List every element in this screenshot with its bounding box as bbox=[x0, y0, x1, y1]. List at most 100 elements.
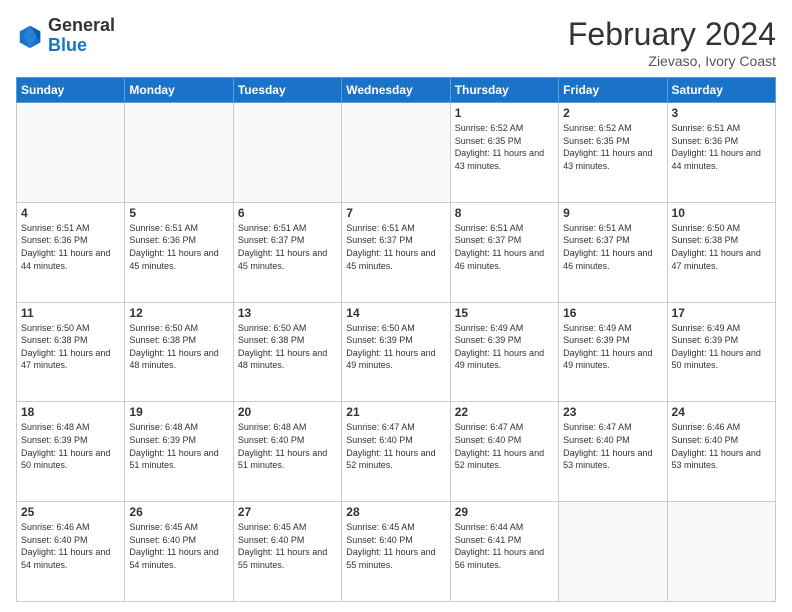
day-info: Sunrise: 6:45 AM Sunset: 6:40 PM Dayligh… bbox=[238, 521, 337, 571]
calendar-day-cell: 22 Sunrise: 6:47 AM Sunset: 6:40 PM Dayli… bbox=[450, 402, 558, 502]
calendar-header-row: Sunday Monday Tuesday Wednesday Thursday… bbox=[17, 78, 776, 103]
calendar-day-cell: 2 Sunrise: 6:52 AM Sunset: 6:35 PM Daylig… bbox=[559, 103, 667, 203]
col-saturday: Saturday bbox=[667, 78, 775, 103]
calendar-day-cell: 3Sunrise: 6:51 AM Sunset: 6:36 PM Daylig… bbox=[667, 103, 775, 203]
day-number: 26 bbox=[129, 505, 228, 519]
calendar-day-cell bbox=[667, 502, 775, 602]
col-sunday: Sunday bbox=[17, 78, 125, 103]
col-monday: Monday bbox=[125, 78, 233, 103]
calendar-week-row: 4 Sunrise: 6:51 AM Sunset: 6:36 PM Daylig… bbox=[17, 202, 776, 302]
month-title: February 2024 bbox=[568, 16, 776, 53]
day-info: Sunrise: 6:51 AM Sunset: 6:36 PM Dayligh… bbox=[21, 222, 120, 272]
calendar-day-cell: 18Sunrise: 6:48 AM Sunset: 6:39 PM Dayli… bbox=[17, 402, 125, 502]
day-info: Sunrise: 6:51 AM Sunset: 6:36 PM Dayligh… bbox=[129, 222, 228, 272]
calendar-day-cell: 11 Sunrise: 6:50 AM Sunset: 6:38 PM Dayli… bbox=[17, 302, 125, 402]
calendar-week-row: 18 Sunrise: 6:48 AM Sunset: 6:39 PM Dayli… bbox=[17, 402, 776, 502]
day-number: 16 bbox=[563, 306, 662, 320]
calendar-day-cell: 17 Sunrise: 6:49 AM Sunset: 6:39 PM Dayli… bbox=[667, 302, 775, 402]
calendar-day-cell: 9Sunrise: 6:51 AM Sunset: 6:37 PM Daylig… bbox=[559, 202, 667, 302]
calendar-day-cell: 29Sunrise: 6:44 AM Sunset: 6:41 PM Dayli… bbox=[450, 502, 558, 602]
day-number: 11 bbox=[21, 306, 120, 320]
logo: General Blue bbox=[16, 16, 115, 56]
day-number: 1 bbox=[455, 106, 554, 120]
calendar-day-cell: 12 Sunrise: 6:50 AM Sunset: 6:38 PM Dayli… bbox=[125, 302, 233, 402]
calendar-day-cell: 23Sunrise: 6:47 AM Sunset: 6:40 PM Dayli… bbox=[559, 402, 667, 502]
logo-blue: Blue bbox=[48, 36, 115, 56]
calendar-day-cell: 27 Sunrise: 6:45 AM Sunset: 6:40 PM Dayli… bbox=[233, 502, 341, 602]
calendar-day-cell: 14 Sunrise: 6:50 AM Sunset: 6:39 PM Dayli… bbox=[342, 302, 450, 402]
day-number: 3 bbox=[672, 106, 771, 120]
day-info: Sunrise: 6:51 AM Sunset: 6:37 PM Dayligh… bbox=[455, 222, 554, 272]
day-info: Sunrise: 6:45 AM Sunset: 6:40 PM Dayligh… bbox=[346, 521, 445, 571]
day-number: 13 bbox=[238, 306, 337, 320]
day-info: Sunrise: 6:51 AM Sunset: 6:37 PM Dayligh… bbox=[346, 222, 445, 272]
day-number: 18 bbox=[21, 405, 120, 419]
calendar-day-cell bbox=[233, 103, 341, 203]
calendar-day-cell: 21Sunrise: 6:47 AM Sunset: 6:40 PM Dayli… bbox=[342, 402, 450, 502]
calendar-day-cell: 26 Sunrise: 6:45 AM Sunset: 6:40 PM Dayli… bbox=[125, 502, 233, 602]
calendar-day-cell: 4 Sunrise: 6:51 AM Sunset: 6:36 PM Daylig… bbox=[17, 202, 125, 302]
calendar-day-cell: 5 Sunrise: 6:51 AM Sunset: 6:36 PM Daylig… bbox=[125, 202, 233, 302]
day-info: Sunrise: 6:50 AM Sunset: 6:38 PM Dayligh… bbox=[672, 222, 771, 272]
day-info: Sunrise: 6:48 AM Sunset: 6:40 PM Dayligh… bbox=[238, 421, 337, 471]
day-number: 22 bbox=[455, 405, 554, 419]
calendar-day-cell: 19 Sunrise: 6:48 AM Sunset: 6:39 PM Dayli… bbox=[125, 402, 233, 502]
title-block: February 2024 Zievaso, Ivory Coast bbox=[568, 16, 776, 69]
day-number: 12 bbox=[129, 306, 228, 320]
day-info: Sunrise: 6:50 AM Sunset: 6:38 PM Dayligh… bbox=[238, 322, 337, 372]
day-info: Sunrise: 6:48 AM Sunset: 6:39 PM Dayligh… bbox=[129, 421, 228, 471]
day-number: 14 bbox=[346, 306, 445, 320]
day-number: 6 bbox=[238, 206, 337, 220]
day-info: Sunrise: 6:47 AM Sunset: 6:40 PM Dayligh… bbox=[563, 421, 662, 471]
day-number: 5 bbox=[129, 206, 228, 220]
day-number: 17 bbox=[672, 306, 771, 320]
calendar-day-cell: 6Sunrise: 6:51 AM Sunset: 6:37 PM Daylig… bbox=[233, 202, 341, 302]
day-info: Sunrise: 6:49 AM Sunset: 6:39 PM Dayligh… bbox=[455, 322, 554, 372]
day-number: 29 bbox=[455, 505, 554, 519]
day-number: 25 bbox=[21, 505, 120, 519]
col-thursday: Thursday bbox=[450, 78, 558, 103]
day-number: 28 bbox=[346, 505, 445, 519]
day-info: Sunrise: 6:47 AM Sunset: 6:40 PM Dayligh… bbox=[455, 421, 554, 471]
calendar-day-cell: 28 Sunrise: 6:45 AM Sunset: 6:40 PM Dayli… bbox=[342, 502, 450, 602]
day-info: Sunrise: 6:50 AM Sunset: 6:38 PM Dayligh… bbox=[21, 322, 120, 372]
day-info: Sunrise: 6:50 AM Sunset: 6:39 PM Dayligh… bbox=[346, 322, 445, 372]
day-number: 19 bbox=[129, 405, 228, 419]
day-info: Sunrise: 6:49 AM Sunset: 6:39 PM Dayligh… bbox=[672, 322, 771, 372]
day-info: Sunrise: 6:49 AM Sunset: 6:39 PM Dayligh… bbox=[563, 322, 662, 372]
col-friday: Friday bbox=[559, 78, 667, 103]
day-number: 10 bbox=[672, 206, 771, 220]
calendar-day-cell bbox=[559, 502, 667, 602]
day-info: Sunrise: 6:46 AM Sunset: 6:40 PM Dayligh… bbox=[21, 521, 120, 571]
day-number: 4 bbox=[21, 206, 120, 220]
calendar-week-row: 25 Sunrise: 6:46 AM Sunset: 6:40 PM Dayli… bbox=[17, 502, 776, 602]
calendar-day-cell: 1Sunrise: 6:52 AM Sunset: 6:35 PM Daylig… bbox=[450, 103, 558, 203]
page-header: General Blue February 2024 Zievaso, Ivor… bbox=[16, 16, 776, 69]
day-info: Sunrise: 6:45 AM Sunset: 6:40 PM Dayligh… bbox=[129, 521, 228, 571]
day-info: Sunrise: 6:46 AM Sunset: 6:40 PM Dayligh… bbox=[672, 421, 771, 471]
calendar-day-cell: 16 Sunrise: 6:49 AM Sunset: 6:39 PM Dayli… bbox=[559, 302, 667, 402]
day-info: Sunrise: 6:50 AM Sunset: 6:38 PM Dayligh… bbox=[129, 322, 228, 372]
calendar-day-cell bbox=[125, 103, 233, 203]
day-number: 21 bbox=[346, 405, 445, 419]
day-number: 24 bbox=[672, 405, 771, 419]
calendar-day-cell: 24 Sunrise: 6:46 AM Sunset: 6:40 PM Dayli… bbox=[667, 402, 775, 502]
logo-icon bbox=[16, 22, 44, 50]
day-number: 9 bbox=[563, 206, 662, 220]
day-number: 8 bbox=[455, 206, 554, 220]
calendar-week-row: 11 Sunrise: 6:50 AM Sunset: 6:38 PM Dayli… bbox=[17, 302, 776, 402]
col-tuesday: Tuesday bbox=[233, 78, 341, 103]
calendar-day-cell: 15 Sunrise: 6:49 AM Sunset: 6:39 PM Dayli… bbox=[450, 302, 558, 402]
day-number: 2 bbox=[563, 106, 662, 120]
day-number: 27 bbox=[238, 505, 337, 519]
calendar-day-cell: 20Sunrise: 6:48 AM Sunset: 6:40 PM Dayli… bbox=[233, 402, 341, 502]
logo-general: General bbox=[48, 16, 115, 36]
calendar-day-cell bbox=[342, 103, 450, 203]
location: Zievaso, Ivory Coast bbox=[568, 53, 776, 69]
col-wednesday: Wednesday bbox=[342, 78, 450, 103]
calendar-day-cell: 10 Sunrise: 6:50 AM Sunset: 6:38 PM Dayli… bbox=[667, 202, 775, 302]
calendar-week-row: 1 Sunrise: 6:52 AM Sunset: 6:35 PM Daylig… bbox=[17, 103, 776, 203]
day-info: Sunrise: 6:52 AM Sunset: 6:35 PM Dayligh… bbox=[563, 122, 662, 172]
day-number: 15 bbox=[455, 306, 554, 320]
calendar-day-cell: 13 Sunrise: 6:50 AM Sunset: 6:38 PM Dayli… bbox=[233, 302, 341, 402]
